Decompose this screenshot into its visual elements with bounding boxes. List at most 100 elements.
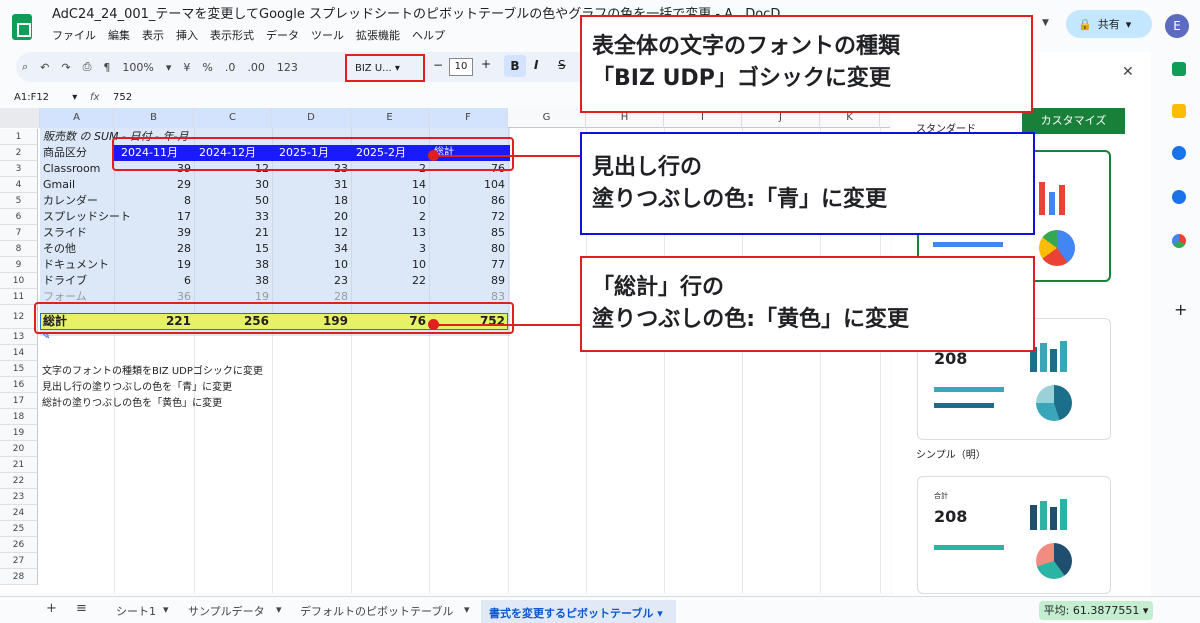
cell-value[interactable]: 17 [114,209,194,225]
cell-value[interactable]: 2 [351,209,429,225]
row-label[interactable]: その他 [40,241,79,257]
row-header[interactable]: 14 [0,345,38,361]
row-header[interactable]: 28 [0,569,38,585]
paint-format-icon[interactable]: ¶ [103,61,110,74]
row-header[interactable]: 3 [0,161,38,177]
row-header[interactable]: 24 [0,505,38,521]
font-size-input[interactable]: 10 [449,58,473,76]
currency-button[interactable]: ¥ [183,61,190,74]
avatar[interactable]: E [1165,14,1189,38]
note-text[interactable]: 文字のフォントの種類をBIZ UDPゴシックに変更 [42,362,263,377]
chevron-down-icon[interactable]: ▾ [464,603,470,616]
row-header[interactable]: 12 [0,305,38,329]
strikethrough-icon[interactable]: S̶ [558,58,566,72]
row-header[interactable]: 22 [0,473,38,489]
column-header-d[interactable]: D [272,108,351,128]
menu-view[interactable]: 表示 [142,27,164,43]
chevron-down-icon[interactable]: ▾ [276,603,282,616]
menu-help[interactable]: ヘルプ [412,27,445,43]
cell-value[interactable]: 28 [114,241,194,257]
italic-button[interactable]: I [534,58,538,72]
row-header[interactable]: 5 [0,193,38,209]
cell-value[interactable]: 10 [351,193,429,209]
menu-file[interactable]: ファイル [52,27,96,43]
cell-value[interactable]: 89 [429,273,508,289]
row-header[interactable]: 1 [0,129,38,145]
cell-value[interactable]: 12 [272,225,351,241]
cell-value[interactable]: 23 [272,273,351,289]
note-text[interactable]: 見出し行の塗りつぶしの色を「青」に変更 [42,378,232,393]
share-button[interactable]: 🔒 共有 ▾ [1066,10,1152,38]
column-header-c[interactable]: C [194,108,272,128]
cell-value[interactable]: 18 [272,193,351,209]
cell-value[interactable]: 14 [351,177,429,193]
column-header-a[interactable]: A [40,108,114,128]
increase-font-size-icon[interactable]: + [481,57,491,71]
menu-tools[interactable]: ツール [311,27,344,43]
row-header[interactable]: 18 [0,409,38,425]
cell-value[interactable]: 104 [429,177,508,193]
menu-edit[interactable]: 編集 [108,27,130,43]
menu-insert[interactable]: 挿入 [176,27,198,43]
cell-value[interactable]: 72 [429,209,508,225]
cell-value[interactable]: 38 [194,257,272,273]
font-family-select[interactable]: BIZ U... ▾ [345,54,425,82]
row-header[interactable]: 19 [0,425,38,441]
cell-value[interactable]: 3 [351,241,429,257]
sum-average-indicator[interactable]: 平均: 61.3877551 ▾ [1039,601,1153,620]
cell-value[interactable]: 8 [114,193,194,209]
note-text[interactable]: 総計の塗りつぶしの色を「黄色」に変更 [42,394,222,409]
menu-extensions[interactable]: 拡張機能 [356,27,400,43]
redo-icon[interactable]: ↷ [61,61,70,74]
print-icon[interactable]: ⎙ [83,60,92,74]
select-all-corner[interactable] [0,108,40,128]
row-header[interactable]: 4 [0,177,38,193]
decrease-decimal-button[interactable]: .0 [225,61,236,74]
cell-value[interactable]: 34 [272,241,351,257]
all-sheets-button[interactable]: ≡ [76,601,87,616]
row-header[interactable]: 27 [0,553,38,569]
row-header[interactable]: 20 [0,441,38,457]
number-format-button[interactable]: 123 [277,61,298,74]
row-header[interactable]: 13 [0,329,38,345]
cell-value[interactable]: 39 [114,225,194,241]
cell-value[interactable]: 80 [429,241,508,257]
tab-sheet1[interactable]: シート1 [116,603,156,619]
row-header[interactable]: 11 [0,289,38,305]
chevron-down-icon[interactable]: ▾ [166,61,172,74]
undo-icon[interactable]: ↶ [40,61,49,74]
tasks-icon[interactable] [1172,146,1186,160]
cell-value[interactable]: 86 [429,193,508,209]
header-label[interactable]: 商品区分 [40,145,90,161]
formula-input[interactable]: 752 [113,92,132,103]
row-label[interactable]: カレンダー [40,193,101,209]
tab-formatted-pivot[interactable]: 書式を変更するピボットテーブル ▾ [481,600,676,623]
cell-value[interactable]: 29 [114,177,194,193]
decrease-font-size-icon[interactable]: − [433,58,443,72]
row-header[interactable]: 7 [0,225,38,241]
cell-value[interactable]: 10 [351,257,429,273]
column-header-g[interactable]: G [508,108,586,128]
zoom-select[interactable]: 100% [122,61,153,74]
tab-default-pivot[interactable]: デフォルトのピボットテーブル [300,603,453,619]
percent-button[interactable]: % [202,61,212,74]
cell-value[interactable]: 21 [194,225,272,241]
sheets-icon[interactable] [1172,62,1186,76]
row-label[interactable]: スライド [40,225,90,241]
close-icon[interactable]: ✕ [1122,64,1134,80]
cell-value[interactable]: 30 [194,177,272,193]
bold-button[interactable]: B [504,55,526,77]
row-header[interactable]: 15 [0,361,38,377]
cell-value[interactable]: 31 [272,177,351,193]
row-header[interactable]: 6 [0,209,38,225]
column-header-e[interactable]: E [351,108,429,128]
cell-value[interactable]: 15 [194,241,272,257]
cell-value[interactable]: 6 [114,273,194,289]
row-label[interactable]: ドキュメント [40,257,112,273]
increase-decimal-button[interactable]: .00 [247,61,265,74]
contacts-icon[interactable] [1172,190,1186,204]
cell-value[interactable]: 85 [429,225,508,241]
maps-icon[interactable] [1172,234,1186,248]
cell-value[interactable]: 13 [351,225,429,241]
chevron-down-icon[interactable]: ▼ [1042,18,1049,28]
